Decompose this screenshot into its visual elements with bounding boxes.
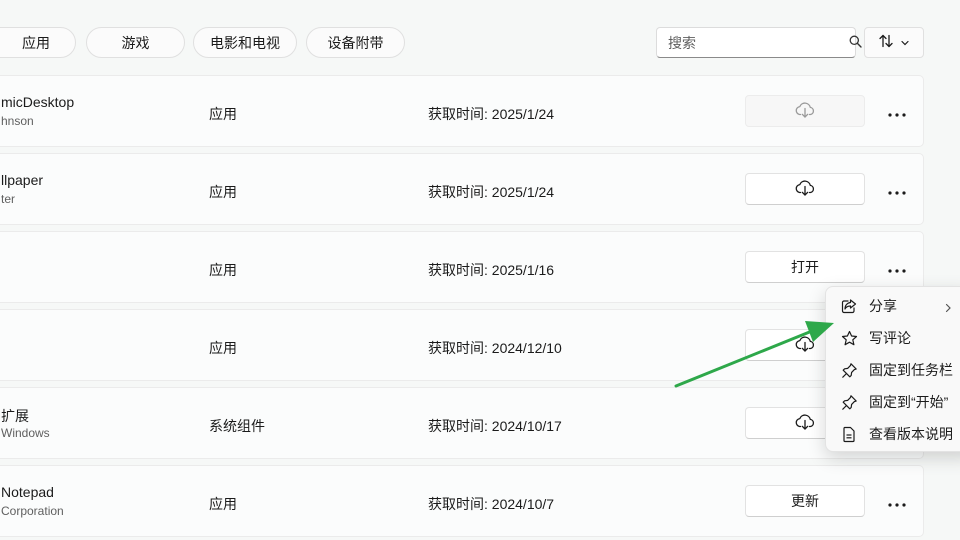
app-publisher: Windows <box>1 426 50 440</box>
menu-item[interactable]: 写评论 <box>830 323 960 353</box>
search-input[interactable] <box>668 34 849 51</box>
chevron-right-icon <box>944 300 952 316</box>
filter-chip-label: 设备附带 <box>327 34 384 51</box>
app-publisher: Corporation <box>1 504 64 518</box>
app-type: 应用 <box>209 184 237 200</box>
app-publisher: hnson <box>1 114 34 128</box>
document-icon <box>839 424 859 444</box>
search-icon[interactable] <box>849 35 862 51</box>
action-label: 打开 <box>791 259 819 275</box>
more-options-button[interactable] <box>883 492 911 512</box>
share-icon <box>839 296 859 316</box>
cloud-download-icon <box>794 179 816 199</box>
more-icon <box>888 494 906 510</box>
table-row[interactable]: 应用 获取时间: 2025/1/16 打开 <box>0 231 924 303</box>
menu-item[interactable]: 分享 <box>830 291 960 321</box>
row-action-button[interactable]: 更新 <box>745 485 865 517</box>
cloud-download-icon <box>794 413 816 433</box>
filter-chip-label: 游戏 <box>121 34 150 51</box>
app-name: micDesktop <box>1 94 75 110</box>
more-icon <box>888 260 906 276</box>
app-type: 系统组件 <box>209 418 265 434</box>
download-button <box>745 95 865 127</box>
cloud-download-icon <box>794 335 816 355</box>
filter-chip-games[interactable]: 游戏 <box>86 27 185 58</box>
star-icon <box>839 328 859 348</box>
acquired-date: 获取时间: 2024/12/10 <box>428 340 562 356</box>
more-options-button[interactable] <box>883 258 911 278</box>
menu-item-label: 固定到任务栏 <box>869 362 953 378</box>
pin-icon <box>839 392 859 412</box>
filter-chip-label: 应用 <box>22 34 50 51</box>
filter-chip-apps[interactable]: 应用 <box>0 27 76 58</box>
app-name: Notepad <box>1 484 54 500</box>
app-type: 应用 <box>209 496 237 512</box>
sort-button[interactable] <box>864 27 924 58</box>
context-menu: 分享写评论固定到任务栏 固定到“开始” 查看版本说明 <box>825 286 960 452</box>
app-publisher: ter <box>1 192 16 206</box>
menu-item-label: 固定到“开始” <box>869 394 949 410</box>
chevron-down-icon <box>900 35 910 51</box>
acquired-date: 获取时间: 2024/10/7 <box>428 496 555 512</box>
filter-chip-label: 电影和电视 <box>210 34 280 51</box>
acquired-date: 获取时间: 2025/1/24 <box>428 184 555 200</box>
app-name: 扩展 <box>1 408 29 424</box>
acquired-date: 获取时间: 2025/1/16 <box>428 262 555 278</box>
menu-item[interactable]: 固定到任务栏 <box>830 355 960 385</box>
app-type: 应用 <box>209 340 237 356</box>
filter-chip-device-included[interactable]: 设备附带 <box>306 27 405 58</box>
action-label: 更新 <box>791 493 819 509</box>
menu-item[interactable]: 查看版本说明 <box>830 419 960 449</box>
table-row[interactable]: Notepad Corporation 应用 获取时间: 2024/10/7 更新 <box>0 465 924 537</box>
pin-icon <box>839 360 859 380</box>
more-icon <box>888 182 906 198</box>
table-row[interactable]: 扩展 Windows 系统组件 获取时间: 2024/10/17 <box>0 387 924 459</box>
table-row[interactable]: micDesktop hnson 应用 获取时间: 2025/1/24 <box>0 75 924 147</box>
acquired-date: 获取时间: 2025/1/24 <box>428 106 555 122</box>
acquired-date: 获取时间: 2024/10/17 <box>428 418 562 434</box>
menu-item-label: 写评论 <box>869 330 911 346</box>
download-button[interactable] <box>745 173 865 205</box>
app-type: 应用 <box>209 106 237 122</box>
more-options-button[interactable] <box>883 180 911 200</box>
search-box[interactable] <box>656 27 862 58</box>
sort-arrows-icon <box>878 33 894 52</box>
more-icon <box>888 104 906 120</box>
menu-item[interactable]: 固定到“开始” <box>830 387 960 417</box>
menu-item-label: 分享 <box>869 298 897 314</box>
cloud-download-icon <box>794 101 816 121</box>
more-options-button[interactable] <box>883 102 911 122</box>
app-type: 应用 <box>209 262 237 278</box>
row-action-button[interactable]: 打开 <box>745 251 865 283</box>
menu-item-label: 查看版本说明 <box>869 426 953 442</box>
table-row[interactable]: 应用 获取时间: 2024/12/10 <box>0 309 924 381</box>
app-name: llpaper <box>1 172 44 188</box>
table-row[interactable]: llpaper ter 应用 获取时间: 2025/1/24 <box>0 153 924 225</box>
filter-chip-movies-tv[interactable]: 电影和电视 <box>193 27 297 58</box>
